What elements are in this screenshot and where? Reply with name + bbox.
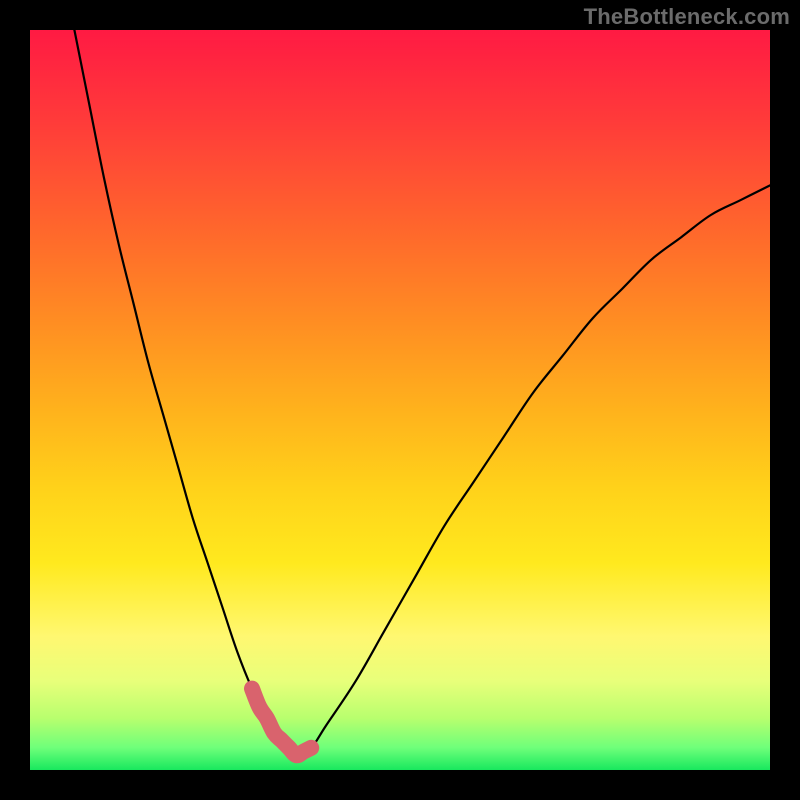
curve-svg — [30, 30, 770, 770]
optimal-marker — [252, 689, 311, 756]
plot-area — [30, 30, 770, 770]
watermark-text: TheBottleneck.com — [584, 4, 790, 30]
chart-stage: TheBottleneck.com — [0, 0, 800, 800]
bottleneck-curve — [74, 30, 770, 755]
